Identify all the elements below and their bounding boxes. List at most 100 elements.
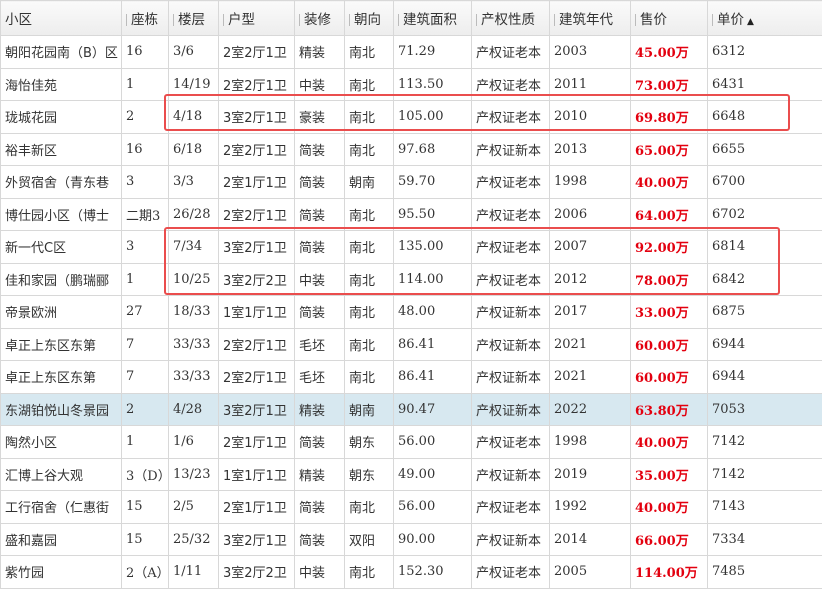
cell-layout: 2室1厅1卫 xyxy=(218,165,295,199)
cell-property-type: 产权证新本 xyxy=(471,132,550,166)
cell-decoration: 精装 xyxy=(294,35,345,69)
cell-community: 海怡佳苑 xyxy=(0,67,122,101)
cell-build-year: 1998 xyxy=(549,425,631,459)
col-header-build-year[interactable]: 建筑年代 xyxy=(549,0,631,36)
cell-orientation: 双阳 xyxy=(344,522,394,556)
cell-community: 佳和家园（鹏瑞郦 xyxy=(0,262,122,296)
cell-orientation: 南北 xyxy=(344,490,394,524)
table-row[interactable]: 裕丰新区 16 6/18 2室2厅1卫 简装 南北 97.68 产权证新本 2013 65.00万… xyxy=(0,132,822,166)
cell-building: 2 xyxy=(121,392,169,426)
cell-community: 紫竹园 xyxy=(0,555,122,589)
cell-build-year: 2019 xyxy=(549,457,631,491)
cell-property-type: 产权证老本 xyxy=(471,490,550,524)
cell-unit-price: 7143 xyxy=(707,490,822,524)
col-header-price[interactable]: 售价 xyxy=(630,0,708,36)
col-header-building[interactable]: 座栋 xyxy=(121,0,169,36)
cell-build-year: 2021 xyxy=(549,327,631,361)
cell-building: 15 xyxy=(121,522,169,556)
cell-floor: 25/32 xyxy=(168,522,219,556)
col-header-area[interactable]: 建筑面积 xyxy=(393,0,472,36)
cell-floor: 33/33 xyxy=(168,327,219,361)
col-header-decoration[interactable]: 装修 xyxy=(294,0,345,36)
cell-price: 64.00万 xyxy=(630,197,708,231)
cell-unit-price: 6944 xyxy=(707,327,822,361)
sort-ascending-icon[interactable]: ▲ xyxy=(747,17,754,27)
table-row[interactable]: 东湖铂悦山冬景园 2 4/28 3室2厅1卫 精装 朝南 90.47 产权证新本 2022 63.… xyxy=(0,392,822,426)
cell-building: 1 xyxy=(121,425,169,459)
cell-unit-price: 7053 xyxy=(707,392,822,426)
cell-build-year: 2021 xyxy=(549,360,631,394)
col-header-property-type[interactable]: 产权性质 xyxy=(471,0,550,36)
cell-area: 152.30 xyxy=(393,555,472,589)
cell-community: 朝阳花园南（B）区 xyxy=(0,35,122,69)
cell-layout: 1室1厅1卫 xyxy=(218,295,295,329)
cell-orientation: 南北 xyxy=(344,360,394,394)
cell-floor: 3/3 xyxy=(168,165,219,199)
cell-community: 盛和嘉园 xyxy=(0,522,122,556)
cell-building: 二期3 xyxy=(121,197,169,231)
table-row[interactable]: 卓正上东区东第 7 33/33 2室2厅1卫 毛坯 南北 86.41 产权证新本 2021 60.… xyxy=(0,327,822,361)
cell-community: 陶然小区 xyxy=(0,425,122,459)
table-row[interactable]: 汇博上谷大观 3（D） 13/23 1室1厅1卫 精装 朝东 49.00 产权证新本 2019 3… xyxy=(0,457,822,491)
cell-layout: 2室2厅1卫 xyxy=(218,35,295,69)
cell-decoration: 简装 xyxy=(294,197,345,231)
cell-decoration: 毛坯 xyxy=(294,327,345,361)
cell-area: 48.00 xyxy=(393,295,472,329)
cell-floor: 13/23 xyxy=(168,457,219,491)
col-header-unit-price[interactable]: 单价 ▲ xyxy=(707,0,822,36)
cell-decoration: 简装 xyxy=(294,295,345,329)
cell-building: 16 xyxy=(121,132,169,166)
col-header-orientation[interactable]: 朝向 xyxy=(344,0,394,36)
table-row[interactable]: 紫竹园 2（A） 1/11 3室2厅2卫 中装 南北 152.30 产权证老本 2005 114.… xyxy=(0,555,822,589)
cell-floor: 3/6 xyxy=(168,35,219,69)
cell-building: 3 xyxy=(121,165,169,199)
cell-unit-price: 6655 xyxy=(707,132,822,166)
cell-unit-price: 6312 xyxy=(707,35,822,69)
cell-floor: 26/28 xyxy=(168,197,219,231)
cell-layout: 2室2厅1卫 xyxy=(218,132,295,166)
cell-build-year: 2017 xyxy=(549,295,631,329)
col-header-layout[interactable]: 户型 xyxy=(218,0,295,36)
cell-property-type: 产权证新本 xyxy=(471,360,550,394)
cell-layout: 2室2厅1卫 xyxy=(218,197,295,231)
cell-price: 114.00万 xyxy=(630,555,708,589)
cell-area: 71.29 xyxy=(393,35,472,69)
cell-layout: 3室2厅1卫 xyxy=(218,522,295,556)
table-row[interactable]: 陶然小区 1 1/6 2室1厅1卫 简装 朝东 56.00 产权证老本 1998 40.00万 71… xyxy=(0,425,822,459)
cell-property-type: 产权证新本 xyxy=(471,295,550,329)
cell-orientation: 南北 xyxy=(344,555,394,589)
cell-orientation: 南北 xyxy=(344,327,394,361)
cell-layout: 2室2厅1卫 xyxy=(218,360,295,394)
cell-building: 1 xyxy=(121,262,169,296)
cell-build-year: 1992 xyxy=(549,490,631,524)
cell-decoration: 简装 xyxy=(294,490,345,524)
table-row[interactable]: 博仕园小区（博士 二期3 26/28 2室2厅1卫 简装 南北 95.50 产权证老本 2006… xyxy=(0,197,822,231)
cell-floor: 4/28 xyxy=(168,392,219,426)
cell-building: 3（D） xyxy=(121,457,169,491)
table-row[interactable]: 朝阳花园南（B）区 16 3/6 2室2厅1卫 精装 南北 71.29 产权证老本 2003 45… xyxy=(0,35,822,69)
cell-area: 90.00 xyxy=(393,522,472,556)
cell-build-year: 2006 xyxy=(549,197,631,231)
table-row[interactable]: 工行宿舍（仁惠街 15 2/5 2室1厅1卫 简装 南北 56.00 产权证老本 1992 40.… xyxy=(0,490,822,524)
cell-orientation: 朝东 xyxy=(344,457,394,491)
cell-layout: 3室2厅2卫 xyxy=(218,555,295,589)
cell-property-type: 产权证新本 xyxy=(471,327,550,361)
table-row[interactable]: 帝景欧洲 27 18/33 1室1厅1卫 简装 南北 48.00 产权证新本 2017 33.00… xyxy=(0,295,822,329)
cell-build-year: 2013 xyxy=(549,132,631,166)
cell-unit-price: 6944 xyxy=(707,360,822,394)
col-header-community[interactable]: 小区 xyxy=(0,0,122,36)
cell-building: 15 xyxy=(121,490,169,524)
col-header-floor[interactable]: 楼层 xyxy=(168,0,219,36)
cell-floor: 6/18 xyxy=(168,132,219,166)
table-row[interactable]: 外贸宿舍（青东巷 3 3/3 2室1厅1卫 简装 朝南 59.70 产权证老本 1998 40.0… xyxy=(0,165,822,199)
table-row[interactable]: 盛和嘉园 15 25/32 3室2厅1卫 简装 双阳 90.00 产权证新本 2014 66.00… xyxy=(0,522,822,556)
cell-building: 3 xyxy=(121,230,169,264)
cell-orientation: 南北 xyxy=(344,132,394,166)
cell-community: 新一代C区 xyxy=(0,230,122,264)
cell-price: 60.00万 xyxy=(630,360,708,394)
cell-area: 95.50 xyxy=(393,197,472,231)
cell-orientation: 南北 xyxy=(344,197,394,231)
header-row: 小区 座栋 楼层 户型 装修 朝向 建筑面积 产权性质 建筑年代 售价 单价 ▲ xyxy=(0,0,822,36)
cell-building: 1 xyxy=(121,67,169,101)
table-row[interactable]: 卓正上东区东第 7 33/33 2室2厅1卫 毛坯 南北 86.41 产权证新本 2021 60.… xyxy=(0,360,822,394)
